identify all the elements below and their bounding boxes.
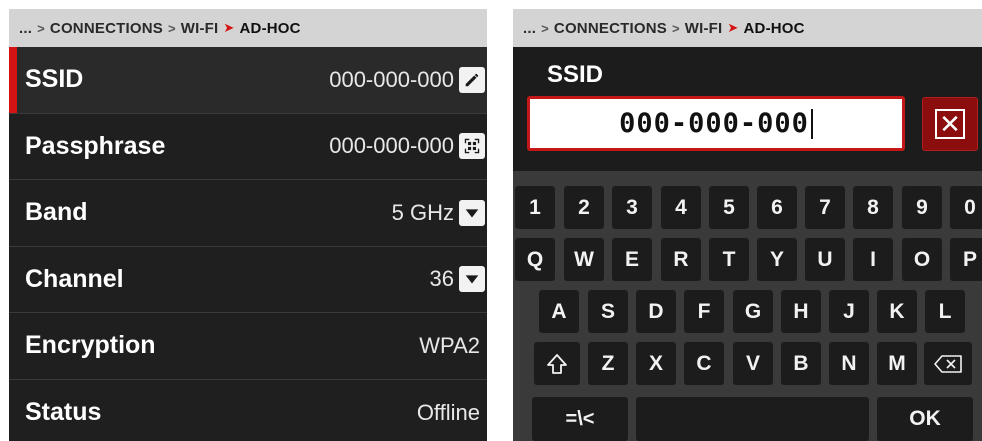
setting-row-band[interactable]: Band 5 GHz	[9, 180, 487, 247]
key-i[interactable]: I	[853, 238, 893, 281]
backspace-key[interactable]	[924, 342, 972, 385]
chevron-right-icon: >	[541, 20, 549, 36]
key-6[interactable]: 6	[757, 186, 797, 229]
on-screen-keyboard: 1 2 3 4 5 6 7 8 9 0 Q W E R T Y U I O P …	[513, 171, 982, 441]
key-k[interactable]: K	[877, 290, 917, 333]
ssid-input-value: 000-000-000	[619, 108, 809, 139]
key-7[interactable]: 7	[805, 186, 845, 229]
setting-label: Band	[25, 198, 88, 227]
key-v[interactable]: V	[733, 342, 773, 385]
key-f[interactable]: F	[684, 290, 724, 333]
key-d[interactable]: D	[636, 290, 676, 333]
key-s[interactable]: S	[588, 290, 628, 333]
key-l[interactable]: L	[925, 290, 965, 333]
backspace-icon	[934, 354, 962, 373]
key-q[interactable]: Q	[515, 238, 555, 281]
key-8[interactable]: 8	[853, 186, 893, 229]
chevron-right-icon: >	[37, 20, 45, 36]
setting-value: 5 GHz	[391, 199, 454, 225]
breadcrumb-connections[interactable]: CONNECTIONS	[554, 20, 667, 37]
key-x[interactable]: X	[636, 342, 676, 385]
setting-value: Offline	[416, 399, 480, 425]
chevron-right-icon: >	[671, 20, 680, 36]
setting-label: Channel	[25, 264, 124, 293]
setting-value: 36	[429, 266, 454, 292]
breadcrumb-connections[interactable]: CONNECTIONS	[50, 20, 163, 37]
key-c[interactable]: C	[684, 342, 724, 385]
space-key[interactable]	[636, 397, 869, 441]
shift-key[interactable]	[534, 342, 580, 385]
setting-label: SSID	[25, 65, 84, 94]
key-m[interactable]: M	[877, 342, 917, 385]
ssid-edit-panel: ... > CONNECTIONS > WI-FI ➤ AD-HOC SSID …	[513, 9, 982, 441]
ssid-settings-panel: ... > CONNECTIONS > WI-FI ➤ AD-HOC SSID …	[9, 9, 487, 441]
key-p[interactable]: P	[950, 238, 982, 281]
key-t[interactable]: T	[709, 238, 749, 281]
key-9[interactable]: 9	[902, 186, 942, 229]
chevron-right-icon: ➤	[223, 20, 235, 35]
qr-code-icon[interactable]	[459, 133, 485, 160]
key-u[interactable]: U	[805, 238, 845, 281]
breadcrumb-wifi[interactable]: WI-FI	[181, 20, 219, 37]
key-z[interactable]: Z	[588, 342, 628, 385]
setting-label: Encryption	[25, 331, 156, 360]
key-r[interactable]: R	[661, 238, 701, 281]
setting-label: Status	[25, 398, 102, 427]
pencil-icon[interactable]	[459, 66, 485, 93]
key-h[interactable]: H	[781, 290, 821, 333]
key-j[interactable]: J	[829, 290, 869, 333]
key-e[interactable]: E	[612, 238, 652, 281]
chevron-right-icon: ➤	[727, 20, 739, 35]
setting-value: 000-000-000	[329, 66, 454, 92]
text-caret	[810, 108, 813, 139]
setting-label: Passphrase	[25, 131, 166, 160]
setting-row-ssid[interactable]: SSID 000-000-000	[9, 47, 487, 114]
key-5[interactable]: 5	[709, 186, 749, 229]
breadcrumb-wifi[interactable]: WI-FI	[685, 20, 723, 37]
key-n[interactable]: N	[829, 342, 869, 385]
symbols-key[interactable]: =\<	[532, 397, 628, 441]
key-2[interactable]: 2	[564, 186, 604, 229]
clear-button[interactable]: ✕	[922, 97, 978, 151]
breadcrumb-ellipsis[interactable]: ...	[19, 20, 32, 37]
breadcrumb: ... > CONNECTIONS > WI-FI ➤ AD-HOC	[513, 9, 982, 47]
setting-value: WPA2	[419, 332, 480, 358]
key-1[interactable]: 1	[515, 186, 555, 229]
key-3[interactable]: 3	[612, 186, 652, 229]
key-4[interactable]: 4	[661, 186, 701, 229]
setting-row-encryption[interactable]: Encryption WPA2	[9, 313, 487, 380]
key-a[interactable]: A	[539, 290, 579, 333]
key-w[interactable]: W	[564, 238, 604, 281]
breadcrumb-ellipsis[interactable]: ...	[523, 20, 536, 37]
key-y[interactable]: Y	[757, 238, 797, 281]
key-0[interactable]: 0	[950, 186, 982, 229]
dropdown-icon[interactable]	[459, 199, 485, 226]
setting-row-status: Status Offline	[9, 380, 487, 441]
breadcrumb-current: AD-HOC	[743, 19, 805, 37]
setting-value: 000-000-000	[329, 133, 454, 159]
breadcrumb: ... > CONNECTIONS > WI-FI ➤ AD-HOC	[9, 9, 487, 47]
chevron-right-icon: >	[167, 20, 176, 36]
key-b[interactable]: B	[781, 342, 821, 385]
key-g[interactable]: G	[733, 290, 773, 333]
ok-key[interactable]: OK	[877, 397, 973, 441]
setting-row-channel[interactable]: Channel 36	[9, 247, 487, 313]
field-label: SSID	[547, 61, 604, 88]
breadcrumb-current: AD-HOC	[239, 19, 301, 37]
shift-icon	[547, 353, 567, 374]
ssid-input[interactable]: 000-000-000	[527, 96, 905, 151]
setting-row-passphrase[interactable]: Passphrase 000-000-000	[9, 114, 487, 180]
key-o[interactable]: O	[902, 238, 942, 281]
clear-icon: ✕	[935, 109, 965, 139]
dropdown-icon[interactable]	[459, 266, 485, 293]
